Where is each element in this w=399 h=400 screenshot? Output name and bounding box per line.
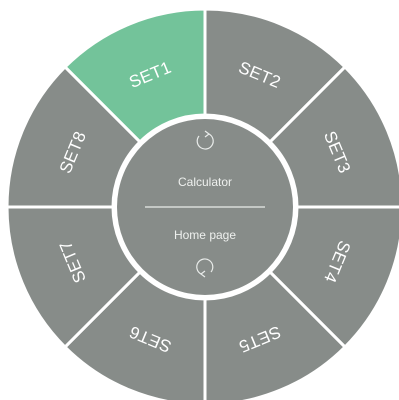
home-page-label: Home page	[174, 228, 236, 242]
calculator-label: Calculator	[178, 175, 232, 189]
center-hub: Calculator Home page	[117, 119, 293, 295]
set-selector-dial: SET1 SET2SET3SET4SET5SET6SET7SET8 Calcula…	[5, 7, 399, 400]
